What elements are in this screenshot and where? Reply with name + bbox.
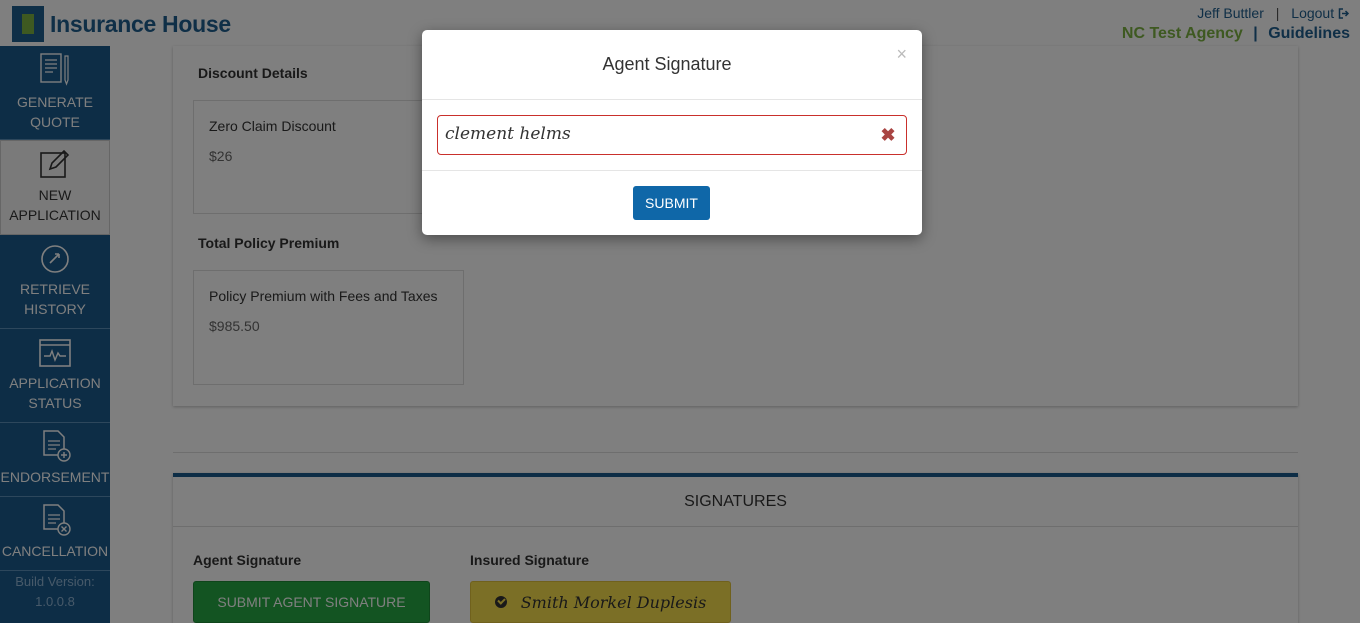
close-icon[interactable]: × bbox=[896, 44, 907, 64]
submit-button[interactable]: SUBMIT bbox=[633, 186, 710, 220]
clear-icon[interactable]: ✖ bbox=[880, 126, 896, 144]
signature-input-value: clement helms bbox=[445, 124, 571, 144]
modal-header: Agent Signature × bbox=[422, 30, 922, 100]
agent-signature-modal: Agent Signature × clement helms ✖ SUBMIT bbox=[422, 30, 922, 235]
modal-body: clement helms ✖ bbox=[422, 100, 922, 171]
modal-title: Agent Signature bbox=[602, 54, 732, 74]
signature-input[interactable]: clement helms ✖ bbox=[437, 115, 907, 155]
